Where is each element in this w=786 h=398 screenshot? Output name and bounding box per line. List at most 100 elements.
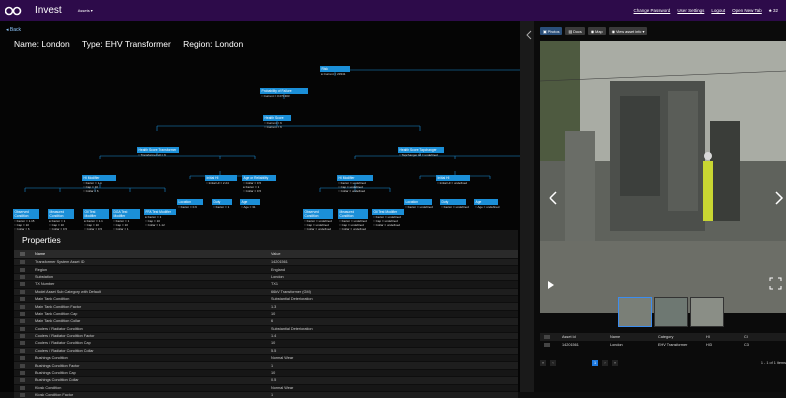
- row-checkbox[interactable]: [20, 304, 25, 309]
- table-row[interactable]: Main Tank Condition Substantial Deteriora…: [14, 294, 518, 302]
- first-page-button[interactable]: «: [540, 360, 546, 366]
- tree-node[interactable]: Initial HI ○ Initial HI = 2.24: [205, 175, 237, 185]
- property-value: TX1: [271, 282, 278, 287]
- tree-node[interactable]: Oil Test Modifier ○ Factor = undefined ○ C…: [372, 209, 404, 227]
- row-checkbox[interactable]: [20, 267, 25, 272]
- table-row[interactable]: Substation London: [14, 272, 518, 281]
- row-checkbox[interactable]: [20, 334, 25, 339]
- tree-node[interactable]: Oil Test Modifier ● Factor = 1.1 ○ Cap = 1…: [83, 209, 109, 231]
- table-row[interactable]: Bushings Condition Normal Wear: [14, 354, 518, 361]
- tree-node[interactable]: HI Modifier ○ Factor = undefined ○ Cap = u…: [337, 175, 373, 193]
- table-row[interactable]: 14201561 London EHV Transformer HI3 C3: [540, 341, 786, 349]
- tree-node-pof[interactable]: Probability of Failure ○ Current = 0.0713…: [260, 88, 308, 98]
- row-checkbox[interactable]: [20, 341, 25, 346]
- select-all-checkbox[interactable]: [544, 335, 550, 339]
- tree-node[interactable]: Duty ○ Factor = undefined: [440, 199, 469, 209]
- photo-thumbnail[interactable]: [654, 297, 688, 327]
- row-checkbox[interactable]: [20, 385, 25, 390]
- table-row[interactable]: Bushings Condition Cap 10: [14, 368, 518, 376]
- pager: « ‹ 1 › » 1 - 1 of 1 items: [540, 360, 786, 366]
- tab-asset-info[interactable]: ◉ View asset info ▾: [608, 27, 648, 35]
- row-checkbox[interactable]: [20, 282, 25, 287]
- tree-node[interactable]: Duty ○ Factor = 1: [212, 199, 232, 209]
- tree-node[interactable]: Age or Reliability ○ Collar = 0.5 ● Factor…: [242, 175, 276, 193]
- table-row[interactable]: Transformer System Asset ID 14201561: [14, 258, 518, 266]
- tree-node[interactable]: FFA Test Modifier ● Factor = 1 ○ Cap = 10 ○…: [144, 209, 176, 227]
- table-row[interactable]: Bushings Condition Collar 0.5: [14, 376, 518, 384]
- notification-bell-icon[interactable]: ♣ 32: [769, 8, 778, 13]
- table-row[interactable]: Kiosk Condition Normal Wear: [14, 383, 518, 391]
- cell-hi: HI3: [706, 343, 712, 347]
- tree-node-risk[interactable]: Risk ● Current = 23341: [320, 66, 350, 76]
- select-all-checkbox[interactable]: [20, 252, 25, 256]
- cell-ci: C3: [744, 343, 749, 347]
- tree-node-title: DGA Test Modifier: [112, 209, 140, 219]
- property-name: Bushings Condition Collar: [35, 378, 79, 383]
- tab-docs[interactable]: ▤ Docs: [565, 27, 585, 35]
- tab-map[interactable]: ◉ Map: [587, 27, 606, 35]
- property-value: 5.5: [271, 348, 277, 353]
- last-page-button[interactable]: »: [612, 360, 618, 366]
- tab-photos[interactable]: ▣ Photos: [540, 27, 563, 35]
- property-name: Main Tank Condition Factor: [35, 304, 82, 309]
- media-panel: ▣ Photos ▤ Docs ◉ Map ◉ View asset info …: [534, 21, 786, 392]
- property-name: Transformer System Asset ID: [35, 260, 85, 265]
- tree-node[interactable]: Location ○ Factor = undefined: [404, 199, 433, 209]
- table-row[interactable]: Main Tank Condition Cap 10: [14, 309, 518, 317]
- table-row[interactable]: Kiosk Condition Factor 1: [14, 391, 518, 398]
- table-row[interactable]: Region England: [14, 265, 518, 272]
- row-checkbox[interactable]: [20, 289, 25, 294]
- photo-thumbnail[interactable]: [618, 297, 652, 327]
- table-row[interactable]: Main Tank Condition Factor 1.3: [14, 302, 518, 310]
- tree-node[interactable]: Initial HI ○ Initial HI = undefined: [436, 175, 470, 185]
- property-name: TX Number: [35, 282, 55, 287]
- row-checkbox[interactable]: [20, 297, 25, 302]
- assets-menu[interactable]: Assets ▾: [78, 8, 93, 13]
- table-row[interactable]: Coolers / Radiator Condition Substantial …: [14, 324, 518, 332]
- tree-node[interactable]: Location ○ Factor = 0.9: [177, 199, 203, 209]
- back-link[interactable]: ◂ Back: [6, 27, 21, 33]
- tree-node[interactable]: Observed Condition ○ Factor = undefined ○ …: [303, 209, 333, 231]
- table-row[interactable]: TX Number TX1: [14, 280, 518, 287]
- tree-node[interactable]: DGA Test Modifier ○ Factor = 1 ○ Cap = 10 ○…: [112, 209, 140, 231]
- table-row[interactable]: Model Asset Sub Category with Default 66k…: [14, 287, 518, 295]
- prev-page-button[interactable]: ‹: [550, 360, 556, 366]
- row-checkbox[interactable]: [20, 311, 25, 316]
- tree-node[interactable]: Age ○ Age = 31: [240, 199, 260, 209]
- table-row[interactable]: Main Tank Condition Collar 6: [14, 317, 518, 325]
- row-checkbox[interactable]: [20, 319, 25, 324]
- row-checkbox[interactable]: [20, 348, 25, 353]
- table-row[interactable]: Coolers / Radiator Condition Collar 5.5: [14, 346, 518, 355]
- row-checkbox[interactable]: [20, 326, 25, 331]
- app-logo[interactable]: [5, 4, 25, 18]
- logout-link[interactable]: Logout: [711, 8, 725, 13]
- page-button[interactable]: 1: [592, 360, 598, 366]
- property-value: Substantial Deterioration: [271, 326, 313, 331]
- tree-node-health[interactable]: Health Score ○ Current = 6 ○ Current = 6: [263, 115, 291, 129]
- tree-node[interactable]: Measured Condition ● Factor = 1 ○ Cap = 10…: [48, 209, 74, 231]
- change-password-link[interactable]: Change Password: [634, 8, 671, 13]
- user-settings-link[interactable]: User Settings: [677, 8, 704, 13]
- next-page-button[interactable]: ›: [602, 360, 608, 366]
- tree-node[interactable]: Measured Condition ○ Factor = undefined ○ …: [338, 209, 368, 231]
- row-checkbox[interactable]: [20, 371, 25, 376]
- table-row[interactable]: Coolers / Radiator Condition Factor 1.4: [14, 331, 518, 340]
- tree-node[interactable]: Observed Condition ○ Factor = 1.15 ○ Cap =…: [13, 209, 39, 231]
- table-row[interactable]: Bushings Condition Factor 1: [14, 361, 518, 369]
- row-checkbox[interactable]: [20, 393, 25, 398]
- tree-node-hs-tapchanger[interactable]: Health Score Tapchanger ○ Tapchanger HI =…: [398, 147, 444, 157]
- tree-node[interactable]: Age ○ Age = undefined: [474, 199, 499, 209]
- property-value: 10: [271, 371, 276, 376]
- open-new-tab-link[interactable]: Open New Tab: [732, 8, 762, 13]
- table-row[interactable]: Coolers / Radiator Condition Cap 10: [14, 339, 518, 346]
- split-divider[interactable]: [520, 21, 534, 392]
- row-checkbox[interactable]: [544, 343, 550, 347]
- photo-thumbnail[interactable]: [690, 297, 724, 327]
- tree-node-hs-transformer[interactable]: Health Score Transformer ○ Transformer HI…: [137, 147, 179, 157]
- row-checkbox[interactable]: [20, 274, 25, 279]
- row-checkbox[interactable]: [20, 363, 25, 368]
- row-checkbox[interactable]: [20, 260, 25, 265]
- row-checkbox[interactable]: [20, 378, 25, 383]
- tree-node[interactable]: HI Modifier ○ Factor = 1.1 ○ Cap = 10 ○ Col…: [82, 175, 116, 193]
- row-checkbox[interactable]: [20, 356, 25, 361]
